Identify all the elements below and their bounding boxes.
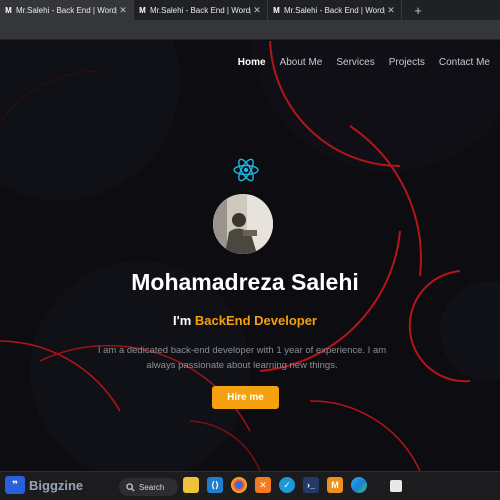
brand-watermark: Biggzine <box>29 477 84 493</box>
profile-avatar <box>213 194 273 254</box>
app-icon[interactable]: M <box>327 477 343 493</box>
role-prefix: I'm <box>173 313 192 328</box>
search-label: Search <box>139 482 165 492</box>
hero-role: I'm BackEnd Developer <box>0 313 490 328</box>
tab-close-icon[interactable]: ✕ <box>117 5 129 16</box>
xampp-icon[interactable]: ✕ <box>255 477 271 493</box>
terminal-icon[interactable]: ›_ <box>303 477 319 493</box>
tab-title: Mr.Salehi - Back End | Wordpress <box>150 5 251 15</box>
taskbar-search[interactable]: Search <box>119 478 178 496</box>
browser-tab-bar: M Mr.Salehi - Back End | Wordpress ✕ M M… <box>0 0 500 20</box>
widget-icon[interactable]: ❞ <box>5 476 25 494</box>
main-nav: Home About Me Services Projects Contact … <box>238 57 490 68</box>
hire-me-button[interactable]: Hire me <box>212 386 279 409</box>
hero-name: Mohamadreza Salehi <box>131 269 359 295</box>
file-explorer-icon[interactable] <box>183 477 199 493</box>
tray-app-icon[interactable] <box>390 480 402 492</box>
react-icon <box>233 158 259 182</box>
tab-close-icon[interactable]: ✕ <box>385 5 397 16</box>
hero-description: I am a dedicated back-end developer with… <box>97 345 387 371</box>
tab-title: Mr.Salehi - Back End | Wordpress <box>16 5 117 15</box>
new-tab-button[interactable]: + <box>408 0 428 20</box>
role-accent: BackEnd Developer <box>194 313 317 328</box>
site-favicon-icon: M <box>5 5 12 15</box>
nav-services[interactable]: Services <box>336 57 374 68</box>
widgets-area[interactable]: ❞ Biggzine <box>5 476 83 494</box>
nav-about-me[interactable]: About Me <box>280 57 323 68</box>
site-favicon-icon: M <box>139 5 146 15</box>
taskbar-apps: ⟨⟩ ✕ ✓ ›_ M <box>183 477 367 493</box>
nav-contact-me[interactable]: Contact Me <box>439 57 490 68</box>
portfolio-page: Home About Me Services Projects Contact … <box>0 41 500 471</box>
windows-taskbar: ❞ Biggzine Search ⟨⟩ ✕ ✓ ›_ M <box>0 471 500 500</box>
tab-close-icon[interactable]: ✕ <box>251 5 263 16</box>
browser-tab[interactable]: M Mr.Salehi - Back End | Wordpress ✕ <box>134 0 268 20</box>
nav-home[interactable]: Home <box>238 57 266 68</box>
tab-title: Mr.Salehi - Back End | Wordpress <box>284 5 385 15</box>
site-favicon-icon: M <box>273 5 280 15</box>
edge-icon[interactable] <box>351 477 367 493</box>
chrome-icon[interactable] <box>231 477 247 493</box>
browser-tab[interactable]: M Mr.Salehi - Back End | Wordpress ✕ <box>268 0 402 20</box>
browser-toolbar <box>0 20 500 40</box>
nav-projects[interactable]: Projects <box>389 57 425 68</box>
vscode-icon[interactable]: ⟨⟩ <box>207 477 223 493</box>
git-icon[interactable]: ✓ <box>279 477 295 493</box>
search-icon <box>126 482 135 492</box>
browser-tab[interactable]: M Mr.Salehi - Back End | Wordpress ✕ <box>0 0 134 20</box>
